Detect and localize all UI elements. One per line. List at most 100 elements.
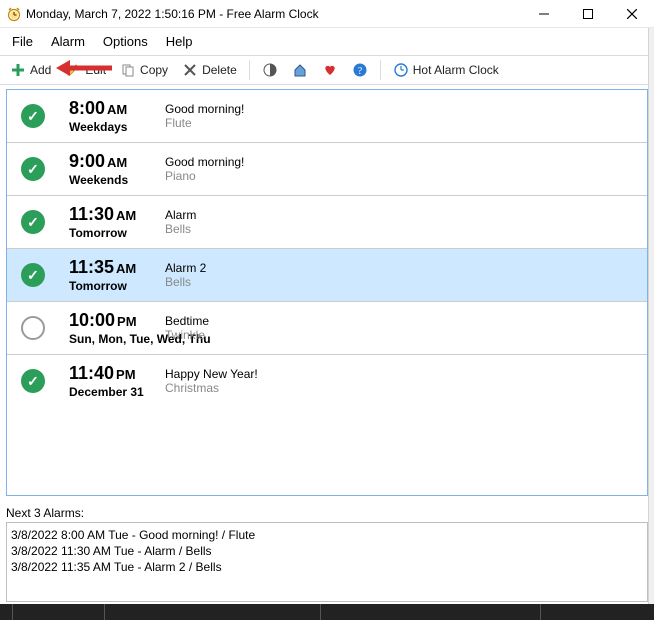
content-area: ✓8:00AMWeekdaysGood morning!Flute✓9:00AM…: [0, 85, 654, 500]
alarm-days: December 31: [69, 385, 165, 399]
svg-text:?: ?: [358, 66, 363, 77]
alarm-sound: Flute: [165, 116, 637, 130]
next-alarms-box: 3/8/2022 8:00 AM Tue - Good morning! / F…: [6, 522, 648, 602]
window-controls: [522, 0, 654, 28]
copy-icon: [120, 62, 136, 78]
copy-button[interactable]: Copy: [114, 59, 174, 81]
alarm-ampm: AM: [116, 208, 136, 223]
alarm-message-block: Happy New Year!Christmas: [165, 367, 637, 395]
alarm-ampm: AM: [107, 155, 127, 170]
alarm-time-block: 11:40PM December 31: [69, 363, 165, 399]
minimize-button[interactable]: [522, 0, 566, 28]
alarm-row[interactable]: ✓ 11:30AM TomorrowAlarmBells: [7, 196, 647, 249]
app-icon: [6, 6, 22, 22]
alarm-sound: Bells: [165, 222, 637, 236]
alarm-ampm: AM: [107, 102, 127, 117]
edit-label: Edit: [85, 63, 106, 77]
alarm-message-block: Good morning!Flute: [165, 102, 637, 130]
scrollbar[interactable]: [648, 28, 654, 604]
alarm-days: Tomorrow: [69, 279, 165, 293]
next-alarm-item: 3/8/2022 8:00 AM Tue - Good morning! / F…: [11, 527, 643, 543]
alarm-message: Good morning!: [165, 102, 637, 116]
alarm-status-toggle[interactable]: ✓: [21, 157, 45, 181]
alarm-ampm: PM: [117, 314, 137, 329]
alarm-time-block: 8:00AMWeekdays: [69, 98, 165, 134]
next-alarm-item: 3/8/2022 11:30 AM Tue - Alarm / Bells: [11, 543, 643, 559]
alarm-days: Weekends: [69, 173, 165, 187]
alarm-row[interactable]: ✓ 11:35AMTomorrowAlarm 2Bells: [7, 249, 647, 302]
menu-help[interactable]: Help: [158, 31, 201, 52]
alarm-time: 10:00: [69, 310, 115, 330]
check-icon: ✓: [27, 108, 39, 125]
alarm-status-toggle[interactable]: ✓: [21, 263, 45, 287]
hot-alarm-clock-label: Hot Alarm Clock: [413, 63, 499, 77]
home-icon: [292, 62, 308, 78]
list-filler: [7, 407, 647, 495]
contrast-button[interactable]: [256, 59, 284, 81]
alarm-status-toggle[interactable]: ✓: [21, 210, 45, 234]
menu-alarm[interactable]: Alarm: [43, 31, 93, 52]
help-button[interactable]: ?: [346, 59, 374, 81]
alarm-sound: Piano: [165, 169, 637, 183]
alarm-list: ✓8:00AMWeekdaysGood morning!Flute✓9:00AM…: [6, 89, 648, 496]
alarm-message: Alarm: [165, 208, 637, 222]
alarm-time: 11:30: [69, 204, 114, 224]
edit-button[interactable]: Edit: [59, 59, 112, 81]
check-icon: ✓: [27, 267, 39, 284]
alarm-time: 11:40: [69, 363, 114, 383]
question-icon: ?: [352, 62, 368, 78]
contrast-icon: [262, 62, 278, 78]
delete-label: Delete: [202, 63, 237, 77]
alarm-status-toggle[interactable]: ✓: [21, 104, 45, 128]
maximize-button[interactable]: [566, 0, 610, 28]
alarm-row[interactable]: 10:00PM Sun, Mon, Tue, Wed, ThuBedtimeTwi…: [7, 302, 647, 355]
heart-icon: [322, 62, 338, 78]
add-button[interactable]: Add: [4, 59, 57, 81]
window-title: Monday, March 7, 2022 1:50:16 PM - Free …: [22, 7, 522, 21]
check-icon: ✓: [27, 214, 39, 231]
check-icon: ✓: [27, 161, 39, 178]
menu-file[interactable]: File: [4, 31, 41, 52]
separator: [249, 60, 250, 80]
titlebar: Monday, March 7, 2022 1:50:16 PM - Free …: [0, 0, 654, 28]
alarm-status-toggle[interactable]: ✓: [21, 369, 45, 393]
alarm-time: 9:00: [69, 151, 105, 171]
toolbar: Add Edit Copy Delete ?: [0, 55, 654, 85]
menu-options[interactable]: Options: [95, 31, 156, 52]
alarm-message: Good morning!: [165, 155, 637, 169]
clock-icon: [393, 62, 409, 78]
alarm-row[interactable]: ✓ 9:00AM WeekendsGood morning!Piano: [7, 143, 647, 196]
close-button[interactable]: [610, 0, 654, 28]
delete-button[interactable]: Delete: [176, 59, 243, 81]
alarm-days: Tomorrow: [69, 226, 165, 240]
next-alarms-label: Next 3 Alarms:: [6, 506, 652, 520]
alarm-time: 11:35: [69, 257, 114, 277]
alarm-time-block: 11:35AMTomorrow: [69, 257, 165, 293]
alarm-sound: Twinkle: [165, 328, 637, 342]
alarm-status-toggle[interactable]: [21, 316, 45, 340]
add-label: Add: [30, 63, 51, 77]
favorite-button[interactable]: [316, 59, 344, 81]
next-alarm-item: 3/8/2022 11:35 AM Tue - Alarm 2 / Bells: [11, 559, 643, 575]
alarm-message: Happy New Year!: [165, 367, 637, 381]
alarm-message: Bedtime: [165, 314, 637, 328]
alarm-days: Weekdays: [69, 120, 165, 134]
alarm-message-block: AlarmBells: [165, 208, 637, 236]
home-button[interactable]: [286, 59, 314, 81]
alarm-row[interactable]: ✓ 11:40PM December 31Happy New Year!Christ…: [7, 355, 647, 407]
separator: [380, 60, 381, 80]
alarm-time-block: 10:00PM Sun, Mon, Tue, Wed, Thu: [69, 310, 165, 346]
alarm-row[interactable]: ✓8:00AMWeekdaysGood morning!Flute: [7, 90, 647, 143]
alarm-sound: Bells: [165, 275, 637, 289]
hot-alarm-clock-button[interactable]: Hot Alarm Clock: [387, 59, 505, 81]
bottom-strip: [0, 604, 654, 620]
x-icon: [182, 62, 198, 78]
alarm-time-block: 9:00AM Weekends: [69, 151, 165, 187]
alarm-days: Sun, Mon, Tue, Wed, Thu: [69, 332, 165, 346]
alarm-message-block: BedtimeTwinkle: [165, 314, 637, 342]
alarm-message-block: Alarm 2Bells: [165, 261, 637, 289]
alarm-ampm: PM: [116, 367, 136, 382]
pencil-icon: [65, 62, 81, 78]
alarm-sound: Christmas: [165, 381, 637, 395]
check-icon: ✓: [27, 373, 39, 390]
